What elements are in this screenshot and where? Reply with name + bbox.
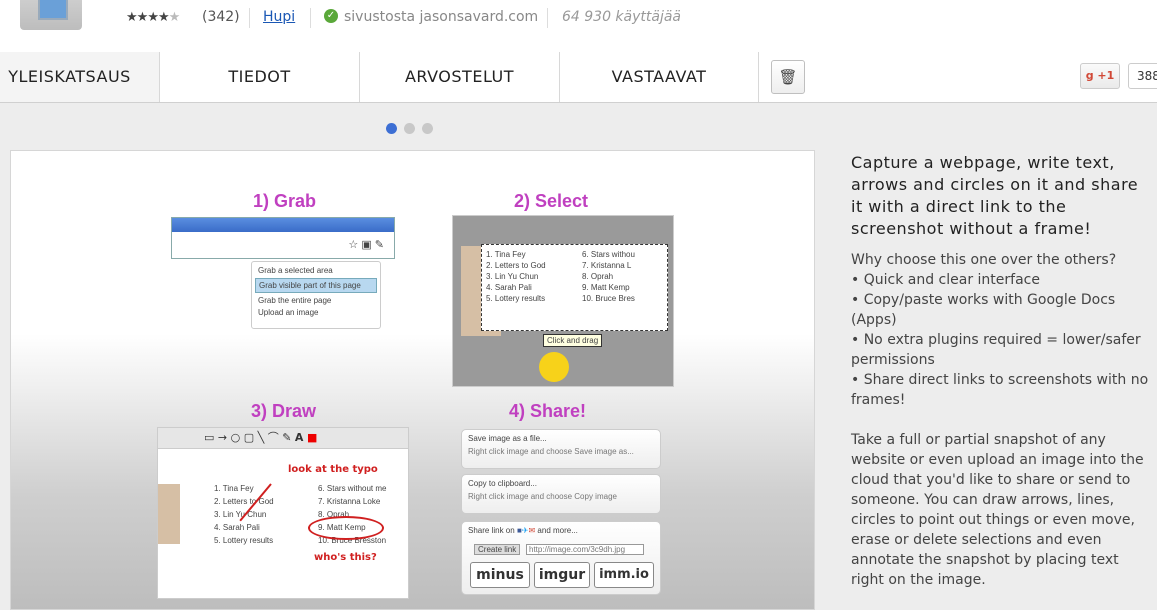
carousel-dot[interactable] [386,123,397,134]
extension-icon [20,0,82,30]
imgur-logo: imgur [534,562,590,588]
share-box-title: Save image as a file... [468,434,547,443]
toolbar-icons: ☆ ▣ ✎ [348,239,384,251]
immio-logo: imm.io [594,562,654,588]
grab-browser-bar: ☆ ▣ ✎ [171,217,395,259]
select-tooltip: Click and drag [543,334,603,347]
feature-bullet: • Copy/paste works with Google Docs (App… [851,292,1116,328]
description-body: Take a full or partial snapshot of any w… [851,432,1144,588]
screenshot-preview[interactable]: 1) Grab ☆ ▣ ✎ Grab a selected area Grab … [10,150,815,610]
extension-header: ★★★★★ (342) Hupi ✓ sivustosta jasonsavar… [0,0,1157,53]
annotation-circle [308,516,384,540]
draw-screenshot: ▭ → ○ ▢ ╲ ⌒ ✎ A ■ 1. Tina Fey 2. Letters … [157,427,409,599]
grab-menu-item: Upload an image [258,308,319,317]
draw-toolbar: ▭ → ○ ▢ ╲ ⌒ ✎ A ■ [158,428,408,449]
select-list-right: 6. Stars withou 7. Kristanna L 8. Oprah 9. … [582,250,635,303]
share-box-sub: Right click image and choose Save image … [468,447,634,456]
select-screenshot: 1. Tina Fey 2. Letters to God 3. Lin Yu Ch… [452,215,674,387]
feature-bullet: • Share direct links to screenshots with… [851,372,1149,408]
feature-bullet: • Quick and clear interface [851,272,1040,288]
star-icon: ★ [168,10,181,25]
annotation-typo: look at the typo [288,464,378,475]
grab-menu-item: Grab a selected area [258,266,333,275]
tab-overview[interactable]: YLEISKATSAUS [0,52,160,102]
step-select-title: 2) Select [514,191,589,211]
star-icon: ★ [126,10,138,25]
star-icon: ★ [157,10,170,25]
trash-icon: 🗑 [778,68,798,86]
gmail-icon: ✉ [528,526,536,535]
star-icon: ★ [136,10,149,25]
grab-menu-item: Grab the entire page [258,296,332,305]
trash-button[interactable]: 🗑 [771,60,805,94]
verified-check-icon: ✓ [324,9,338,23]
google-plus-icon: g [1085,69,1094,82]
select-list-left: 1. Tina Fey 2. Letters to God 3. Lin Yu Ch… [486,250,546,303]
share-box-sub: Right click image and choose Copy image [468,492,617,501]
tab-reviews[interactable]: ARVOSTELUT [360,52,560,102]
gplus-label: +1 [1097,69,1115,82]
carousel-dot[interactable] [404,123,415,134]
source-site: sivustosta jasonsavard.com [344,9,539,25]
rating-stars: ★★★★★ [126,10,181,25]
why-title: Why choose this one over the others? [851,252,1117,268]
tab-label: TIEDOT [228,67,291,86]
tab-label: VASTAAVAT [611,67,707,86]
divider [310,8,311,28]
grab-menu-item: Grab visible part of this page [255,278,377,293]
divider [547,8,548,28]
share-save-box: Save image as a file... Right click imag… [461,429,661,469]
description-headline: Capture a webpage, write text, arrows an… [851,153,1139,238]
share-link-title: Share link on ■✈✉ and more... [468,526,578,535]
gplus-count: 388 [1128,63,1157,89]
step-share-title: 4) Share! [509,401,587,421]
minus-logo: minus [470,562,530,588]
divider [249,8,250,28]
share-copy-box: Copy to clipboard... Right click image a… [461,474,661,514]
step-draw-title: 3) Draw [251,401,317,421]
share-link-box: Share link on ■✈✉ and more... Create lin… [461,521,661,595]
carousel-dots [386,119,440,138]
carousel-dot[interactable] [422,123,433,134]
user-count: 64 930 käyttäjää [562,9,682,25]
feature-bullet: • No extra plugins required = lower/safe… [851,332,1141,368]
share-url-field: http://image.com/3c9dh.jpg [526,544,644,555]
annotation-whos-this: who's this? [314,552,377,563]
step-grab-title: 1) Grab [253,191,317,211]
tab-related[interactable]: VASTAAVAT [560,52,759,102]
tab-label: YLEISKATSAUS [8,67,131,86]
category-link[interactable]: Hupi [263,9,295,25]
selection-area: 1. Tina Fey 2. Letters to God 3. Lin Yu Ch… [481,244,668,331]
tab-details[interactable]: TIEDOT [160,52,360,102]
share-box-title: Copy to clipboard... [468,479,537,488]
google-plus-one-button[interactable]: g +1 [1080,63,1120,89]
tab-label: ARVOSTELUT [404,67,515,86]
grab-menu: Grab a selected area Grab visible part o… [251,261,381,329]
create-link-button: Create link [474,544,521,555]
star-icon: ★ [147,10,159,25]
smiley-icon [539,352,569,382]
tab-bar: YLEISKATSAUS TIEDOT ARVOSTELUT VASTAAVAT… [0,52,1157,103]
rating-count: (342) [202,9,240,25]
description-panel: Capture a webpage, write text, arrows an… [851,152,1151,590]
